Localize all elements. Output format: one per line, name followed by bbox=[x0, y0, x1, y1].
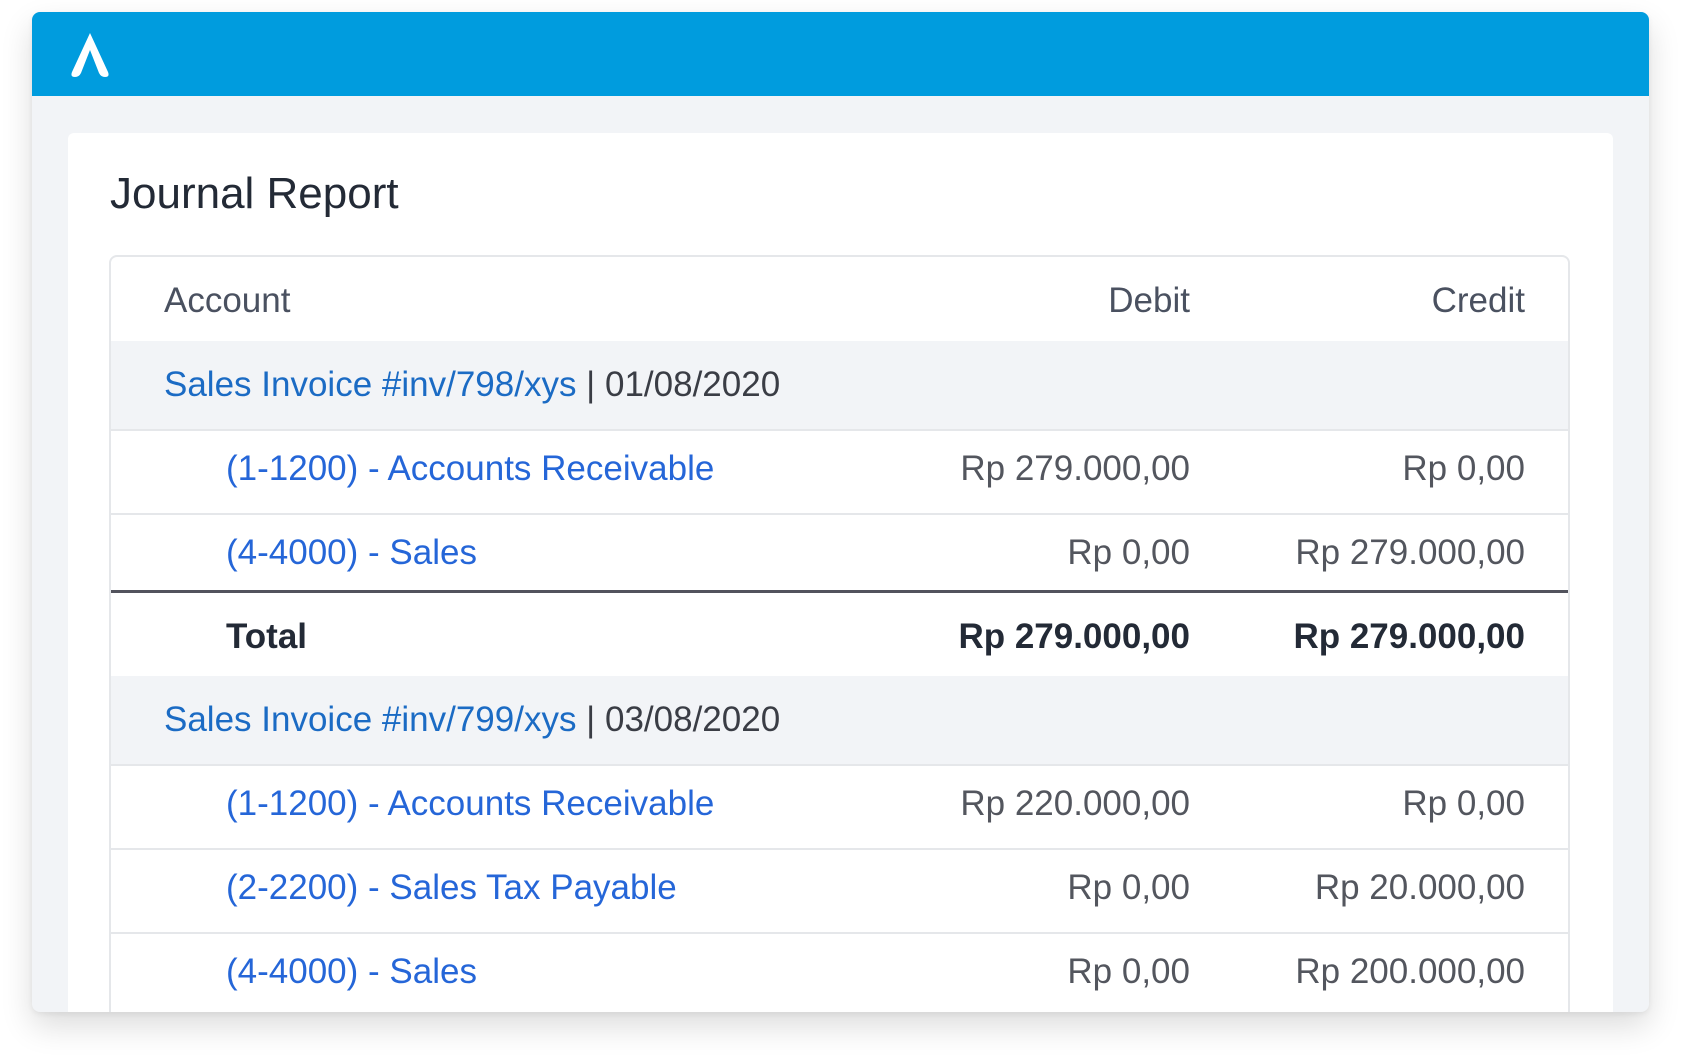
transaction-group-row: Sales Invoice #inv/799/xys | 03/08/2020 bbox=[111, 676, 1568, 766]
transaction-date: 01/08/2020 bbox=[605, 365, 781, 404]
page-title: Journal Report bbox=[110, 169, 399, 218]
credit-amount: Rp 0,00 bbox=[1402, 449, 1525, 488]
table-row: (2-2200) - Sales Tax Payable Rp 0,00 Rp … bbox=[111, 844, 1568, 934]
transaction-date: 03/08/2020 bbox=[605, 700, 781, 739]
app-logo-icon[interactable] bbox=[66, 30, 114, 80]
debit-amount: Rp 0,00 bbox=[1067, 533, 1190, 572]
debit-amount: Rp 279.000,00 bbox=[960, 449, 1190, 488]
date-separator: | bbox=[576, 700, 605, 739]
transaction-title: Sales Invoice #inv/798/xys | 01/08/2020 bbox=[164, 341, 780, 429]
debit-amount: Rp 0,00 bbox=[1067, 952, 1190, 991]
credit-amount: Rp 20.000,00 bbox=[1314, 868, 1525, 907]
top-bar bbox=[32, 12, 1649, 96]
report-card: Journal Report Account Debit Credit Sale… bbox=[68, 133, 1613, 1012]
column-header-account[interactable]: Account bbox=[164, 257, 290, 345]
transaction-group-row: Sales Invoice #inv/798/xys | 01/08/2020 bbox=[111, 341, 1568, 431]
app-window: Journal Report Account Debit Credit Sale… bbox=[32, 12, 1649, 1012]
journal-table: Account Debit Credit Sales Invoice #inv/… bbox=[109, 255, 1570, 1012]
table-row: (4-4000) - Sales Rp 0,00 Rp 200.000,00 bbox=[111, 928, 1568, 1012]
total-credit-amount: Rp 279.000,00 bbox=[1293, 617, 1525, 656]
invoice-link[interactable]: Sales Invoice #inv/798/xys bbox=[164, 365, 576, 404]
transaction-title: Sales Invoice #inv/799/xys | 03/08/2020 bbox=[164, 676, 780, 764]
credit-amount: Rp 279.000,00 bbox=[1295, 533, 1525, 572]
account-link[interactable]: (1-1200) - Accounts Receivable bbox=[226, 760, 714, 848]
account-link[interactable]: (4-4000) - Sales bbox=[226, 509, 477, 597]
table-row: (1-1200) - Accounts Receivable Rp 220.00… bbox=[111, 760, 1568, 850]
invoice-link[interactable]: Sales Invoice #inv/799/xys bbox=[164, 700, 576, 739]
table-header-row: Account Debit Credit bbox=[111, 257, 1568, 347]
credit-amount: Rp 0,00 bbox=[1402, 784, 1525, 823]
table-row: (1-1200) - Accounts Receivable Rp 279.00… bbox=[111, 425, 1568, 515]
debit-amount: Rp 0,00 bbox=[1067, 868, 1190, 907]
account-link[interactable]: (4-4000) - Sales bbox=[226, 928, 477, 1012]
debit-amount: Rp 220.000,00 bbox=[960, 784, 1190, 823]
column-header-debit[interactable]: Debit bbox=[1108, 257, 1190, 345]
account-link[interactable]: (2-2200) - Sales Tax Payable bbox=[226, 844, 677, 932]
column-header-credit[interactable]: Credit bbox=[1432, 257, 1525, 345]
table-row: (4-4000) - Sales Rp 0,00 Rp 279.000,00 bbox=[111, 509, 1568, 599]
account-link[interactable]: (1-1200) - Accounts Receivable bbox=[226, 425, 714, 513]
total-label: Total bbox=[226, 617, 308, 656]
credit-amount: Rp 200.000,00 bbox=[1295, 952, 1525, 991]
total-debit-amount: Rp 279.000,00 bbox=[958, 617, 1190, 656]
date-separator: | bbox=[576, 365, 605, 404]
total-row: Total Rp 279.000,00 Rp 279.000,00 bbox=[111, 590, 1568, 680]
